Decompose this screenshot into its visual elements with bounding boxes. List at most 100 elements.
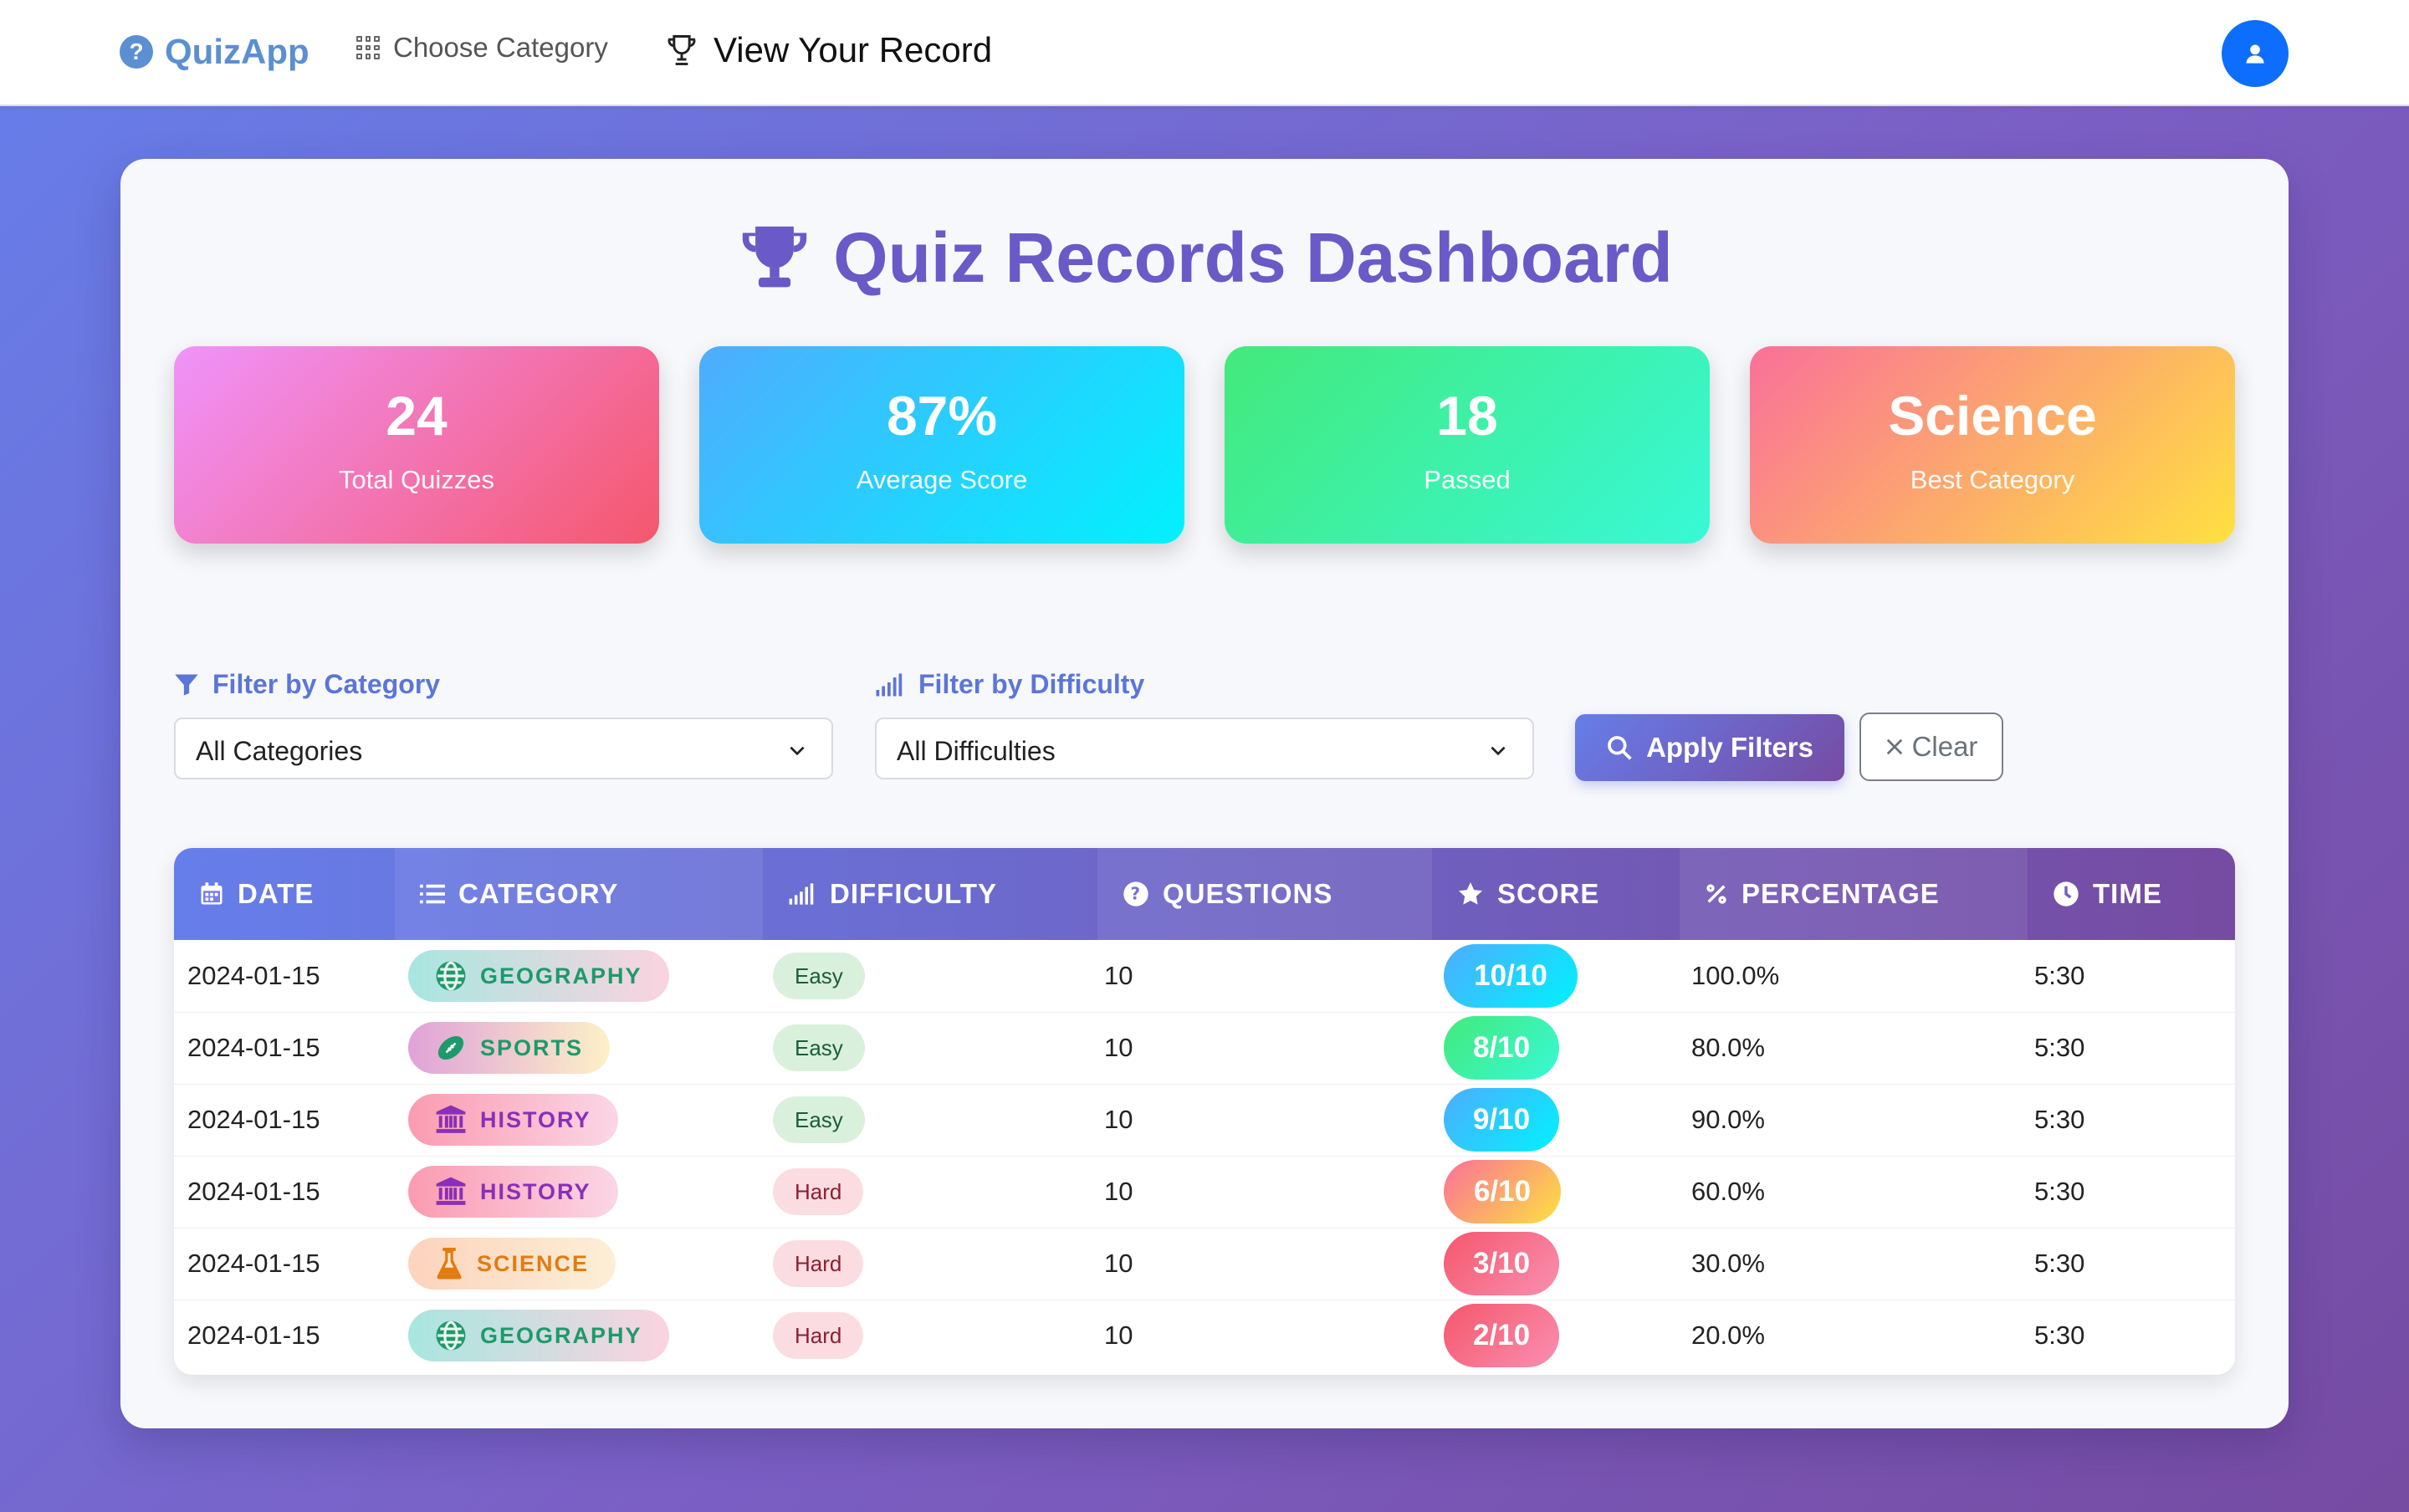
cell-percentage: 100.0% <box>1691 961 1780 990</box>
cell-date: 2024-01-15 <box>187 1105 320 1134</box>
question-circle-icon: ? <box>120 35 153 69</box>
brand[interactable]: ? QuizApp <box>120 32 309 72</box>
category-badge[interactable]: GEOGRAPHY <box>408 950 669 1002</box>
user-icon <box>2246 44 2264 64</box>
cell-score: 2/10 <box>1444 1300 1559 1372</box>
cell-category: SPORTS <box>408 1012 611 1084</box>
difficulty-badge: Hard <box>773 1240 864 1287</box>
filter-difficulty-label-text: Filter by Difficulty <box>918 669 1145 699</box>
cell-score: 8/10 <box>1444 1012 1559 1084</box>
cell-percentage: 20.0% <box>1691 1320 1765 1350</box>
cell-questions: 10 <box>1104 1105 1133 1134</box>
column-header-label: TIME <box>2093 878 2162 909</box>
cell-questions: 10 <box>1104 1320 1133 1350</box>
filter-category-label-text: Filter by Category <box>212 669 441 699</box>
stat-passed: 18 Passed <box>1225 346 1710 544</box>
cell-difficulty: Hard <box>773 1300 864 1372</box>
category-badge-label: HISTORY <box>480 1178 591 1204</box>
score-badge: 6/10 <box>1444 1160 1561 1223</box>
cell-category: GEOGRAPHY <box>408 940 669 1012</box>
category-badge[interactable]: SCIENCE <box>408 1238 616 1290</box>
category-badge[interactable]: SPORTS <box>408 1022 611 1074</box>
table-row[interactable]: 2024-01-15 HISTORY Easy 10 9/10 90.0% 5:… <box>174 1084 2235 1157</box>
table-row[interactable]: 2024-01-15 SPORTS Easy 10 8/10 80.0% 5:3… <box>174 1012 2235 1085</box>
column-header-percentage[interactable]: PERCENTAGE <box>1680 848 2028 940</box>
cell-questions: 10 <box>1104 1033 1133 1062</box>
difficulty-select[interactable]: All Difficulties <box>875 718 1534 779</box>
filter-difficulty-label: Filter by Difficulty <box>875 669 1144 700</box>
cell-percentage: 90.0% <box>1691 1105 1765 1134</box>
table-row[interactable]: 2024-01-15 GEOGRAPHY Hard 10 2/10 20.0% … <box>174 1300 2235 1372</box>
difficulty-badge: Easy <box>773 1096 865 1143</box>
landmark-icon <box>436 1105 466 1133</box>
stat-label: Passed <box>1424 465 1511 494</box>
column-header-label: QUESTIONS <box>1163 878 1333 909</box>
cell-date: 2024-01-15 <box>187 1177 320 1206</box>
category-badge[interactable]: GEOGRAPHY <box>408 1310 669 1361</box>
column-header-score[interactable]: SCORE <box>1432 848 1680 940</box>
table-row[interactable]: 2024-01-15 SCIENCE Hard 10 3/10 30.0% 5:… <box>174 1228 2235 1300</box>
clock-icon <box>2054 881 2079 907</box>
list-icon <box>420 884 445 904</box>
category-badge-label: SCIENCE <box>477 1250 590 1276</box>
cell-date: 2024-01-15 <box>187 1249 320 1278</box>
navbar: ? QuizApp Choose Category View Your Reco… <box>0 0 2409 106</box>
signal-bars-icon <box>789 883 814 905</box>
grid-icon <box>356 36 380 59</box>
trophy-icon <box>743 226 807 287</box>
cell-questions: 10 <box>1104 1177 1133 1206</box>
cell-time: 5:30 <box>2034 961 2085 990</box>
table-row[interactable]: 2024-01-15 HISTORY Hard 10 6/10 60.0% 5:… <box>174 1156 2235 1228</box>
category-badge[interactable]: HISTORY <box>408 1094 618 1146</box>
clear-filters-label: Clear <box>1911 731 1978 762</box>
nav-choose-category-label: Choose Category <box>393 32 608 63</box>
column-header-date[interactable]: DATE <box>174 848 395 940</box>
category-badge[interactable]: HISTORY <box>408 1166 618 1218</box>
chevron-down-icon <box>1491 746 1506 756</box>
user-avatar-button[interactable] <box>2222 20 2289 87</box>
cell-difficulty: Easy <box>773 1012 865 1084</box>
column-header-questions[interactable]: ? QUESTIONS <box>1097 848 1432 940</box>
cell-percentage: 60.0% <box>1691 1177 1765 1206</box>
page-title: Quiz Records Dashboard <box>120 217 2289 299</box>
nav-choose-category[interactable]: Choose Category <box>356 32 608 64</box>
search-icon <box>1608 736 1632 760</box>
stat-value: 24 <box>386 385 448 447</box>
category-badge-label: HISTORY <box>480 1106 591 1132</box>
cell-difficulty: Hard <box>773 1228 864 1300</box>
percent-icon <box>1706 884 1726 904</box>
apply-filters-button[interactable]: Apply Filters <box>1575 714 1844 781</box>
column-header-difficulty[interactable]: DIFFICULTY <box>763 848 1097 940</box>
difficulty-badge: Hard <box>773 1168 864 1215</box>
cell-category: HISTORY <box>408 1156 618 1228</box>
cell-difficulty: Hard <box>773 1156 864 1228</box>
category-select-value: All Categories <box>196 736 363 766</box>
question-circle-icon: ? <box>1123 881 1148 907</box>
difficulty-badge: Easy <box>773 1024 865 1071</box>
difficulty-badge: Hard <box>773 1312 864 1359</box>
stat-value: 18 <box>1436 385 1498 447</box>
dashboard-card: Quiz Records Dashboard 24 Total Quizzes … <box>120 159 2289 1428</box>
column-header-time[interactable]: TIME <box>2028 848 2235 940</box>
nav-view-record[interactable]: View Your Record <box>663 30 992 70</box>
filter-category-label: Filter by Category <box>174 669 440 700</box>
stat-best-category: Science Best Category <box>1750 346 2235 544</box>
clear-filters-button[interactable]: Clear <box>1859 713 2003 781</box>
score-badge: 3/10 <box>1444 1232 1559 1295</box>
column-header-label: SCORE <box>1497 878 1600 909</box>
difficulty-badge: Easy <box>773 953 865 999</box>
stat-label: Average Score <box>856 465 1028 494</box>
score-badge: 8/10 <box>1444 1016 1559 1080</box>
page-title-text: Quiz Records Dashboard <box>833 218 1673 297</box>
category-select[interactable]: All Categories <box>174 718 833 779</box>
cell-questions: 10 <box>1104 1249 1133 1278</box>
column-header-category[interactable]: CATEGORY <box>395 848 763 940</box>
records-table: DATE CATEGORY DIFFICULTY ? QUESTIONS SCO… <box>174 848 2235 1375</box>
trophy-icon <box>667 35 696 65</box>
cell-score: 3/10 <box>1444 1228 1559 1300</box>
cell-category: HISTORY <box>408 1084 618 1156</box>
table-row[interactable]: 2024-01-15 GEOGRAPHY Easy 10 10/10 100.0… <box>174 940 2235 1013</box>
funnel-icon <box>175 674 198 695</box>
football-icon <box>437 1035 464 1060</box>
cell-category: SCIENCE <box>408 1228 616 1300</box>
